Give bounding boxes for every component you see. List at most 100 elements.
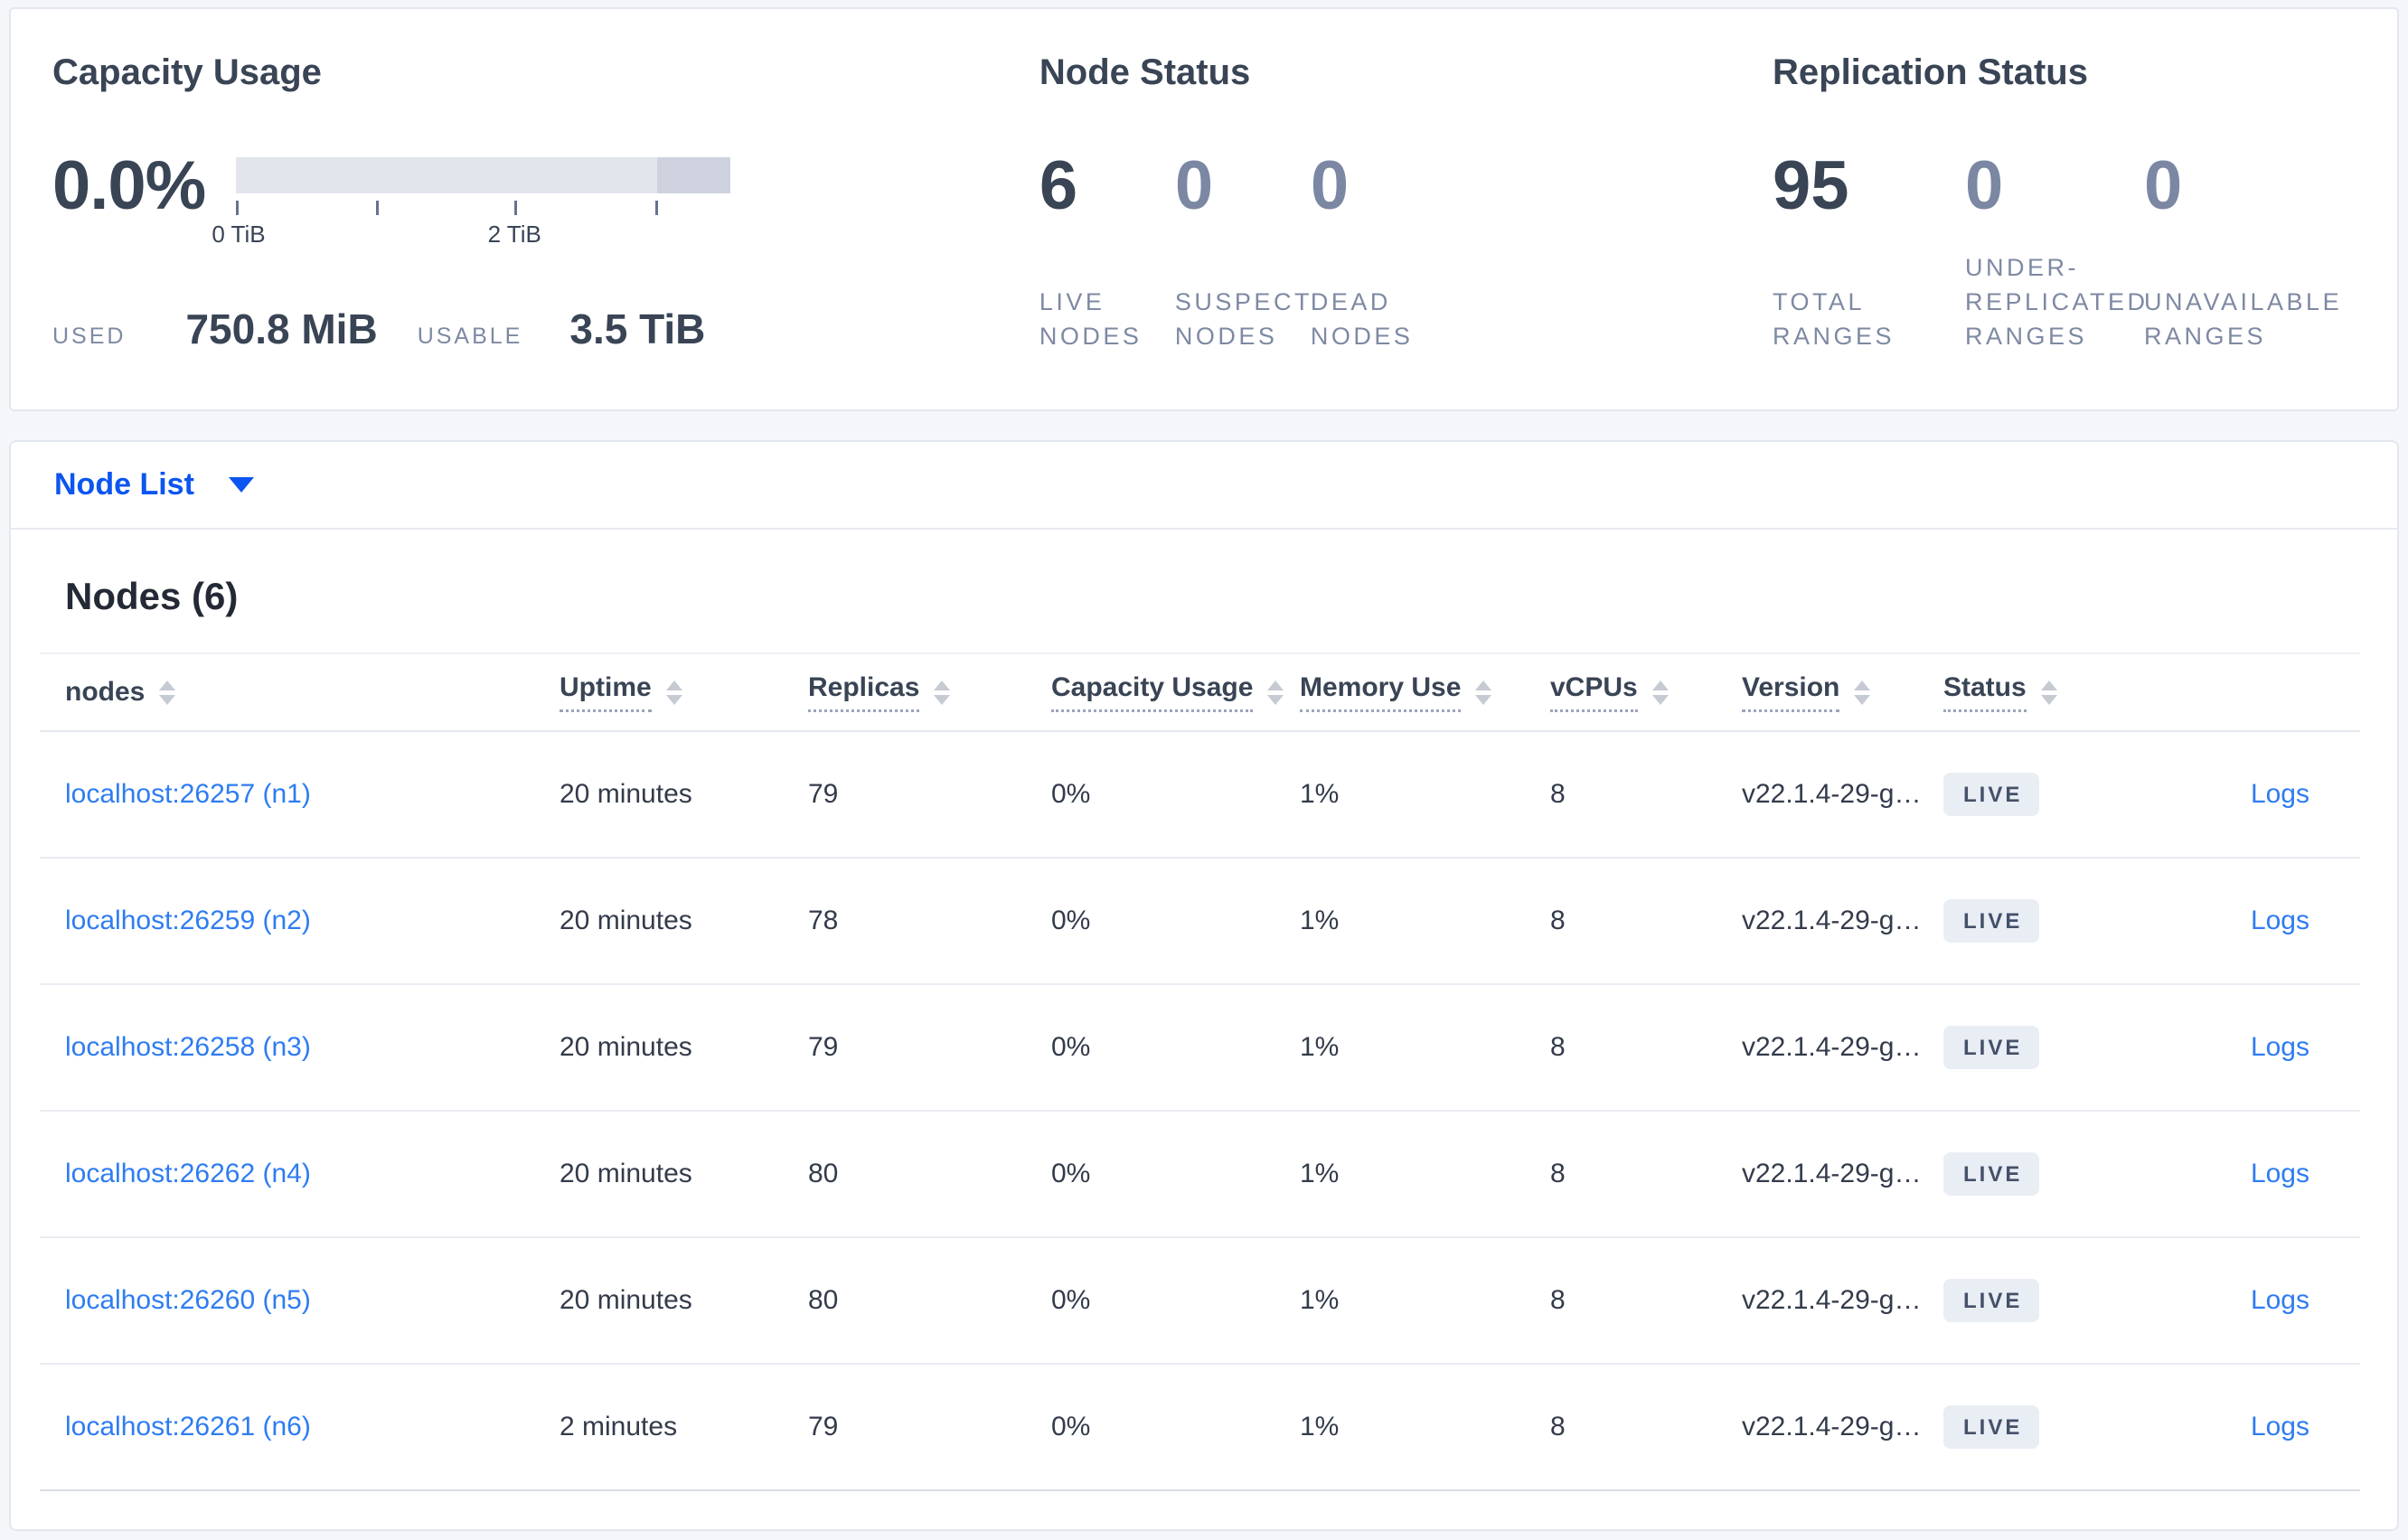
used-value: 750.8 MiB: [185, 305, 378, 352]
replicas-cell: 80: [808, 1159, 839, 1188]
sort-icon[interactable]: [159, 680, 176, 705]
status-cell: LIVE: [1918, 1026, 2110, 1069]
axis-tick-label: 2 TiB: [487, 221, 541, 248]
axis-tick: [655, 201, 659, 215]
suspect-nodes-stat: 0 SUSPECT NODES: [1175, 150, 1311, 353]
column-header-replicas[interactable]: Replicas: [783, 672, 1026, 712]
node-link[interactable]: localhost:26257 (n1): [65, 779, 311, 809]
unavailable-ranges-value: 0: [2144, 147, 2183, 224]
logs-link[interactable]: Logs: [2251, 1032, 2309, 1062]
used-label: USED: [52, 324, 127, 349]
capacity-used-usable-row: USED 750.8 MiB USABLE 3.5 TiB: [52, 305, 1039, 353]
logs-link[interactable]: Logs: [2251, 779, 2309, 809]
column-header-nodes[interactable]: nodes: [40, 677, 534, 708]
sort-icon[interactable]: [1854, 680, 1871, 705]
status-cell: LIVE: [1918, 899, 2110, 943]
uptime-cell: 20 minutes: [560, 1285, 692, 1315]
logs-cell: Logs: [2110, 1412, 2360, 1442]
version-cell: v22.1.4-29-g…: [1742, 779, 1922, 809]
node-status-title: Node Status: [1039, 52, 1251, 92]
column-header-version[interactable]: Version: [1717, 672, 1918, 712]
dead-nodes-value: 0: [1310, 147, 1350, 224]
capacity-usage-title: Capacity Usage: [52, 52, 322, 92]
under-replicated-stat: 0 UNDER-REPLICATED RANGES: [1965, 150, 2149, 353]
column-header-capacity-usage[interactable]: Capacity Usage: [1026, 672, 1284, 712]
memory-cell: 1%: [1300, 779, 1340, 809]
nodes-table-heading: Nodes (6): [65, 575, 239, 617]
node-link[interactable]: localhost:26258 (n3): [65, 1032, 311, 1062]
node-link[interactable]: localhost:26262 (n4): [65, 1159, 311, 1188]
node-link[interactable]: localhost:26261 (n6): [65, 1412, 311, 1441]
capacity-axis-ticks: [236, 199, 730, 221]
total-ranges-label: TOTAL RANGES: [1773, 288, 1895, 350]
nodes-table-card: Nodes (6) nodes Uptime Replicas Capacity…: [9, 528, 2399, 1531]
logs-link[interactable]: Logs: [2251, 906, 2309, 935]
replicas-cell: 79: [808, 1412, 839, 1441]
column-header-label: Capacity Usage: [1051, 672, 1254, 712]
memory-cell: 1%: [1300, 1285, 1340, 1315]
node-list-dropdown-label: Node List: [54, 467, 194, 502]
replicas-cell: 79: [808, 1032, 839, 1062]
replicas-cell: 79: [808, 779, 839, 809]
status-cell: LIVE: [1918, 1405, 2110, 1449]
sort-icon[interactable]: [934, 680, 951, 705]
node-status-section: Node Status 6 LIVE NODES 0 SUSPECT NODES…: [1039, 9, 1773, 409]
column-header-vcpus[interactable]: vCPUs: [1525, 672, 1717, 712]
table-row: localhost:26257 (n1) 20 minutes 79 0% 1%…: [40, 732, 2360, 859]
capacity-cell: 0%: [1051, 1159, 1091, 1188]
suspect-nodes-value: 0: [1174, 147, 1214, 224]
sort-icon[interactable]: [1475, 680, 1492, 705]
status-badge: LIVE: [1943, 1279, 2040, 1322]
status-badge: LIVE: [1943, 1026, 2040, 1069]
replication-status-title: Replication Status: [1773, 52, 2088, 92]
dead-nodes-label: DEAD NODES: [1310, 288, 1414, 350]
axis-tick: [376, 201, 380, 215]
vcpus-cell: 8: [1550, 1412, 1566, 1441]
column-header-uptime[interactable]: Uptime: [534, 672, 783, 712]
status-badge: LIVE: [1943, 1405, 2040, 1449]
sort-icon[interactable]: [665, 680, 682, 705]
node-list-dropdown[interactable]: Node List: [54, 467, 254, 502]
status-badge: LIVE: [1943, 1152, 2040, 1196]
axis-tick: [514, 201, 518, 215]
sort-icon[interactable]: [2040, 680, 2057, 705]
live-nodes-value: 6: [1039, 147, 1078, 224]
suspect-nodes-label: SUSPECT NODES: [1174, 288, 1312, 350]
usable-value: 3.5 TiB: [569, 305, 706, 352]
node-cell: localhost:26257 (n1): [40, 779, 534, 810]
capacity-percent: 0.0%: [52, 147, 206, 224]
version-cell: v22.1.4-29-g…: [1742, 1159, 1922, 1188]
logs-cell: Logs: [2110, 1032, 2360, 1063]
node-cell: localhost:26259 (n2): [40, 906, 534, 936]
capacity-usage-section: Capacity Usage 0.0% 0 TiB 2 TiB USED 750…: [11, 9, 1039, 409]
capacity-cell: 0%: [1051, 906, 1091, 935]
sort-icon[interactable]: [1651, 680, 1669, 705]
node-status-stats: 6 LIVE NODES 0 SUSPECT NODES 0 DEAD NODE…: [1039, 150, 1773, 353]
capacity-cell: 0%: [1051, 779, 1091, 809]
node-cell: localhost:26261 (n6): [40, 1412, 534, 1442]
node-list-bar: Node List: [9, 440, 2399, 528]
status-cell: LIVE: [1918, 1152, 2110, 1196]
table-row: localhost:26260 (n5) 20 minutes 80 0% 1%…: [40, 1238, 2360, 1365]
unavailable-ranges-label: UNAVAILABLE RANGES: [2144, 288, 2343, 350]
under-replicated-label: UNDER-REPLICATED RANGES: [1965, 254, 2149, 350]
dead-nodes-stat: 0 DEAD NODES: [1311, 150, 1446, 353]
column-header-label: Status: [1943, 672, 2027, 712]
version-cell: v22.1.4-29-g…: [1742, 906, 1922, 935]
cluster-summary-card: Capacity Usage 0.0% 0 TiB 2 TiB USED 750…: [9, 7, 2399, 411]
logs-link[interactable]: Logs: [2251, 1412, 2309, 1441]
node-link[interactable]: localhost:26260 (n5): [65, 1285, 311, 1315]
logs-link[interactable]: Logs: [2251, 1159, 2309, 1188]
capacity-bar-wrap: 0 TiB 2 TiB: [212, 150, 731, 248]
uptime-cell: 20 minutes: [560, 1032, 692, 1062]
live-nodes-stat: 6 LIVE NODES: [1039, 150, 1175, 353]
unavailable-ranges-stat: 0 UNAVAILABLE RANGES: [2144, 150, 2397, 353]
column-header-memory-use[interactable]: Memory Use: [1275, 672, 1525, 712]
version-cell: v22.1.4-29-g…: [1742, 1285, 1922, 1315]
replicas-cell: 78: [808, 906, 839, 935]
replication-status-section: Replication Status 95 TOTAL RANGES 0 UND…: [1773, 9, 2397, 409]
column-header-status[interactable]: Status: [1918, 672, 2110, 712]
status-badge: LIVE: [1943, 773, 2040, 816]
node-link[interactable]: localhost:26259 (n2): [65, 906, 311, 935]
logs-link[interactable]: Logs: [2251, 1285, 2309, 1315]
